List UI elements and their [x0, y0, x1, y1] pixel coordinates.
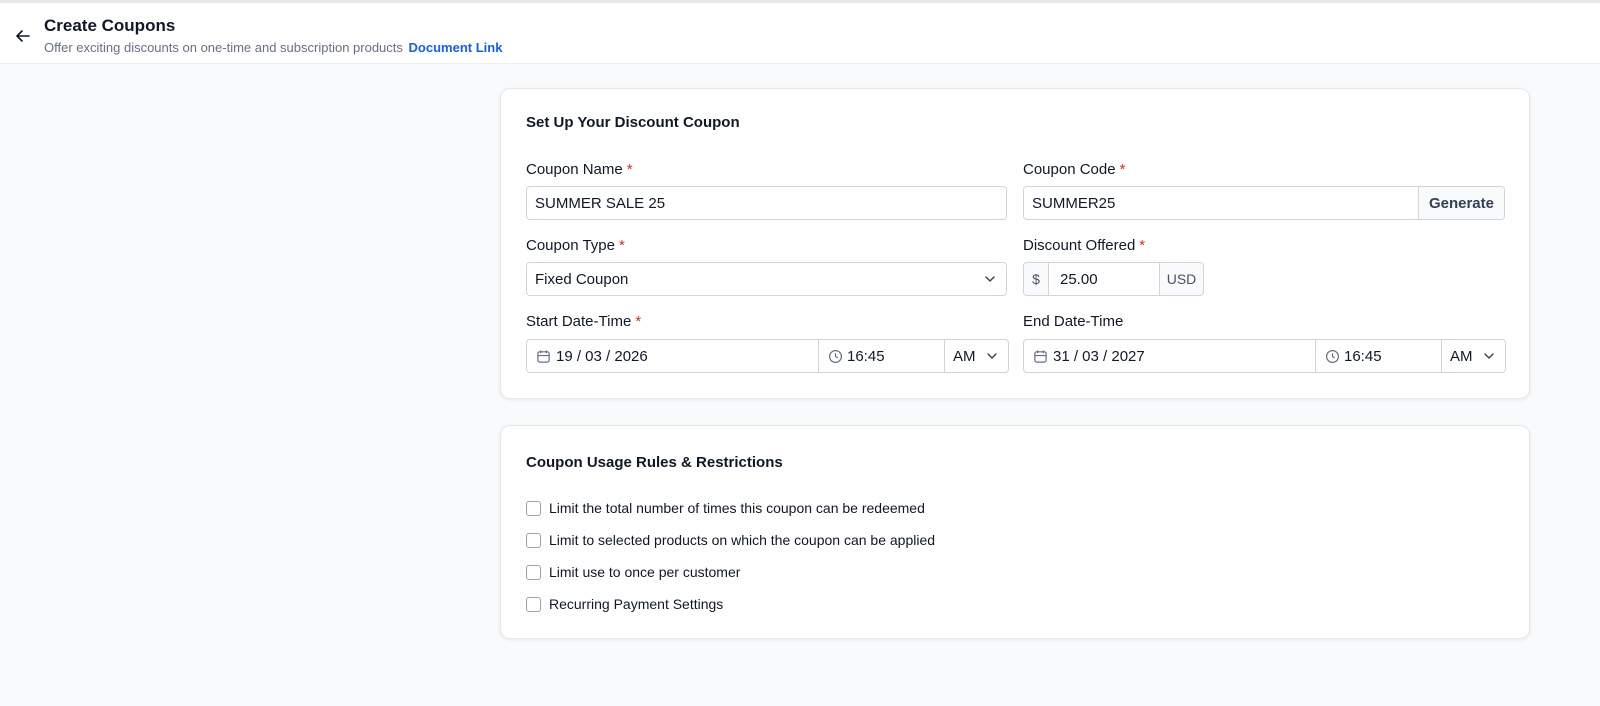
checkbox[interactable] [526, 532, 541, 548]
end-datetime-label: End Date-Time [1023, 313, 1124, 330]
end-ampm-value: AM [1450, 347, 1473, 365]
rule-label: Limit to selected products on which the … [549, 532, 936, 548]
header-text: Create Coupons Offer exciting discounts … [44, 15, 502, 57]
discount-label-text: Discount Offered [1023, 237, 1136, 254]
start-datetime-field: 19 / 03 / 2026 16:45 AM [526, 339, 1009, 373]
rule-limit-total-redemptions[interactable]: Limit the total number of times this cou… [526, 500, 925, 516]
checkbox[interactable] [526, 564, 541, 580]
end-ampm-select[interactable]: AM [1442, 340, 1505, 372]
end-datetime-field: 31 / 03 / 2027 16:45 AM [1023, 339, 1506, 373]
checkbox[interactable] [526, 500, 541, 516]
rule-recurring-payment-settings[interactable]: Recurring Payment Settings [526, 596, 723, 612]
page-title: Create Coupons [44, 16, 176, 35]
end-date-picker[interactable]: 31 / 03 / 2027 [1024, 340, 1316, 372]
required-mark: * [635, 313, 642, 330]
end-time-value: 16:45 [1344, 347, 1382, 365]
checkbox[interactable] [526, 596, 541, 612]
coupon-name-input[interactable] [527, 187, 1006, 219]
arrow-left-icon [16, 30, 30, 42]
document-link[interactable]: Document Link [409, 40, 503, 55]
currency-suffix: USD [1160, 263, 1203, 295]
start-ampm-value: AM [953, 347, 976, 365]
start-datetime-label: Start Date-Time * [526, 313, 641, 330]
discount-label: Discount Offered * [1023, 237, 1145, 254]
chevron-down-icon [984, 273, 996, 285]
calendar-icon [527, 349, 551, 364]
coupon-code-input[interactable] [1024, 187, 1418, 219]
coupon-name-label: Coupon Name * [526, 161, 633, 178]
chevron-down-icon [1483, 350, 1495, 362]
start-time-value: 16:45 [847, 347, 885, 365]
calendar-icon [1024, 349, 1048, 364]
rule-limit-selected-products[interactable]: Limit to selected products on which the … [526, 532, 935, 548]
subtitle-text: Offer exciting discounts on one-time and… [44, 40, 403, 55]
clock-icon [1316, 349, 1340, 364]
start-ampm-select[interactable]: AM [945, 340, 1008, 372]
start-time-picker[interactable]: 16:45 [819, 340, 945, 372]
rule-label: Limit use to once per customer [549, 564, 741, 580]
rules-card: Coupon Usage Rules & Restrictions Limit … [500, 425, 1530, 639]
rules-card-title: Coupon Usage Rules & Restrictions [526, 454, 783, 471]
discount-amount-input[interactable] [1049, 263, 1159, 295]
rule-label: Limit the total number of times this cou… [549, 500, 925, 516]
coupon-type-select[interactable]: Fixed Coupon [526, 262, 1007, 296]
coupon-code-label: Coupon Code * [1023, 161, 1125, 178]
discount-field: $ USD [1023, 262, 1204, 296]
generate-button[interactable]: Generate [1417, 187, 1504, 219]
page-header: Create Coupons Offer exciting discounts … [0, 3, 1600, 64]
required-mark: * [626, 161, 633, 178]
end-date-value: 31 / 03 / 2027 [1053, 347, 1145, 365]
coupon-type-value: Fixed Coupon [535, 270, 629, 288]
required-mark: * [1139, 237, 1146, 254]
page-subtitle: Offer exciting discounts on one-time and… [44, 39, 502, 57]
coupon-code-label-text: Coupon Code [1023, 161, 1116, 178]
currency-prefix: $ [1024, 263, 1049, 295]
coupon-name-label-text: Coupon Name [526, 161, 623, 178]
chevron-down-icon [986, 350, 998, 362]
coupon-code-field: Generate [1023, 186, 1505, 220]
rule-label: Recurring Payment Settings [549, 596, 724, 612]
rule-once-per-customer[interactable]: Limit use to once per customer [526, 564, 740, 580]
start-date-picker[interactable]: 19 / 03 / 2026 [527, 340, 819, 372]
required-mark: * [1119, 161, 1126, 178]
coupon-type-label-text: Coupon Type [526, 237, 615, 254]
discount-amount-wrap [1049, 263, 1160, 295]
clock-icon [819, 349, 843, 364]
required-mark: * [618, 237, 625, 254]
coupon-type-label: Coupon Type * [526, 237, 625, 254]
start-date-value: 19 / 03 / 2026 [556, 347, 648, 365]
setup-card-title: Set Up Your Discount Coupon [526, 114, 740, 131]
setup-card: Set Up Your Discount Coupon Coupon Name *… [500, 88, 1530, 399]
back-button[interactable] [12, 25, 34, 47]
coupon-name-field[interactable] [526, 186, 1007, 220]
start-datetime-label-text: Start Date-Time [526, 313, 632, 330]
end-time-picker[interactable]: 16:45 [1316, 340, 1442, 372]
